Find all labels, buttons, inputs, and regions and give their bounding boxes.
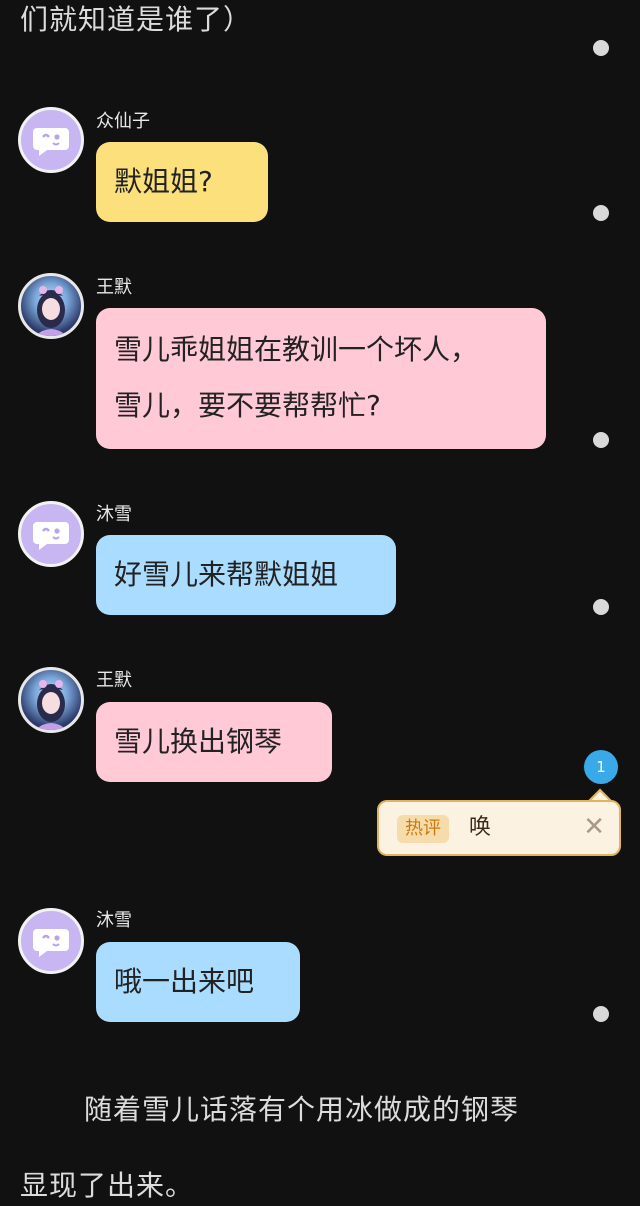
sender-name: 王默 [96,277,132,298]
message-bubble[interactable]: 雪儿换出钢琴 [96,702,332,782]
sender-name: 沐雪 [96,910,132,931]
top-paragraph-text: 们就知道是谁了） [20,3,253,36]
avatar[interactable] [18,501,84,567]
comment-count-badge[interactable]: 1 [584,750,618,784]
sender-name: 沐雪 [96,504,132,525]
message-bubble[interactable]: 默姐姐? [96,142,268,222]
narration-line: 显现了出来。 [20,1169,195,1202]
message-bubble[interactable]: 哦一出来吧 [96,942,300,1022]
paragraph-comment-dot[interactable] [593,205,609,221]
paragraph-comment-dot[interactable] [593,432,609,448]
avatar[interactable] [18,667,84,733]
paragraph-comment-dot[interactable] [593,599,609,615]
message-bubble[interactable]: 好雪儿来帮默姐姐 [96,535,396,615]
avatar[interactable] [18,908,84,974]
chat-bot-icon [33,929,69,957]
close-icon[interactable]: ✕ [583,812,605,842]
character-portrait [35,680,67,730]
sender-name: 众仙子 [96,111,150,132]
hot-comment-tag: 热评 [397,815,449,843]
sender-name: 王默 [96,670,132,691]
hot-comment-text: 唤 [469,815,492,840]
avatar[interactable] [18,273,84,339]
paragraph-comment-dot[interactable] [593,40,609,56]
avatar[interactable] [18,107,84,173]
message-line: 雪儿乖姐姐在教训一个坏人， [114,333,479,366]
chat-bot-icon [33,522,69,550]
paragraph-comment-dot[interactable] [593,1006,609,1022]
message-line: 雪儿，要不要帮帮忙? [114,389,381,422]
message-bubble[interactable]: 雪儿乖姐姐在教训一个坏人， 雪儿，要不要帮帮忙? [96,308,546,449]
hot-comment-card[interactable]: 热评 唤 ✕ [377,800,621,856]
character-portrait [35,286,67,336]
narration-line: 随着雪儿话落有个用冰做成的钢琴 [84,1093,520,1126]
chat-bot-icon [33,128,69,156]
